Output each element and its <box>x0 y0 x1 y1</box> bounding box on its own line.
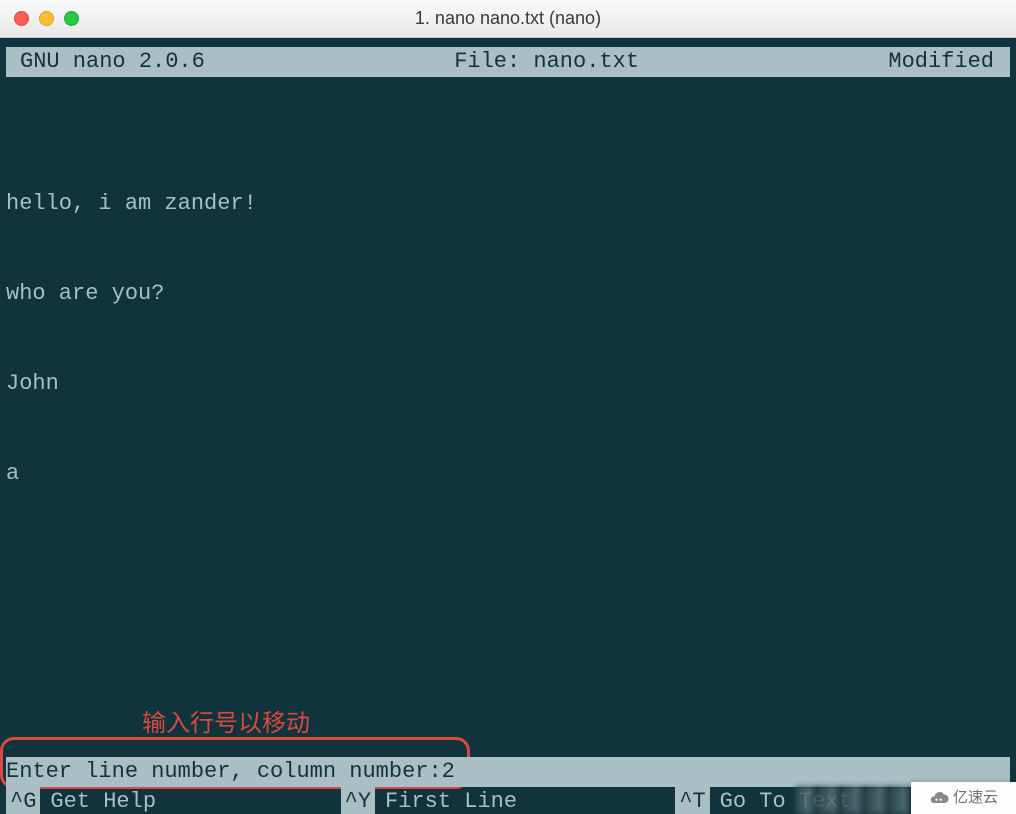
nano-file-label: File: nano.txt <box>205 47 889 77</box>
maximize-icon[interactable] <box>64 11 79 26</box>
prompt-value[interactable]: 2 <box>442 757 455 787</box>
shortcut-key: ^T <box>675 787 709 814</box>
shortcut-key: ^Y <box>341 787 375 814</box>
close-icon[interactable] <box>14 11 29 26</box>
shortcut-key: ^G <box>6 787 40 814</box>
buffer-line: hello, i am zander! <box>6 189 1010 219</box>
nano-header: GNU nano 2.0.6 File: nano.txt Modified <box>6 47 1010 77</box>
buffer-line: who are you? <box>6 279 1010 309</box>
buffer-line: a <box>6 459 1010 489</box>
buffer-line: John <box>6 369 1010 399</box>
nano-modified-flag: Modified <box>888 47 1004 77</box>
shortcut-get-help[interactable]: ^G Get Help <box>6 787 341 814</box>
window-title: 1. nano nano.txt (nano) <box>0 8 1016 29</box>
watermark-text: 亿速云 <box>953 783 998 813</box>
prompt-label: Enter line number, column number: <box>6 757 442 787</box>
shortcut-first-line[interactable]: ^Y First Line <box>341 787 676 814</box>
editor-area[interactable]: hello, i am zander! who are you? John a <box>6 129 1010 549</box>
cloud-icon <box>929 788 949 808</box>
blur-overlay <box>796 786 911 814</box>
minimize-icon[interactable] <box>39 11 54 26</box>
nano-version: GNU nano 2.0.6 <box>20 47 205 77</box>
terminal-pane[interactable]: GNU nano 2.0.6 File: nano.txt Modified h… <box>0 38 1016 814</box>
window-titlebar: 1. nano nano.txt (nano) <box>0 0 1016 38</box>
annotation-text: 输入行号以移动 <box>142 709 310 739</box>
traffic-lights <box>14 11 79 26</box>
shortcut-label: Get Help <box>50 787 156 814</box>
watermark-badge: 亿速云 <box>911 782 1016 814</box>
goto-line-prompt[interactable]: Enter line number, column number: 2 <box>6 757 1010 787</box>
shortcut-label: First Line <box>385 787 517 814</box>
